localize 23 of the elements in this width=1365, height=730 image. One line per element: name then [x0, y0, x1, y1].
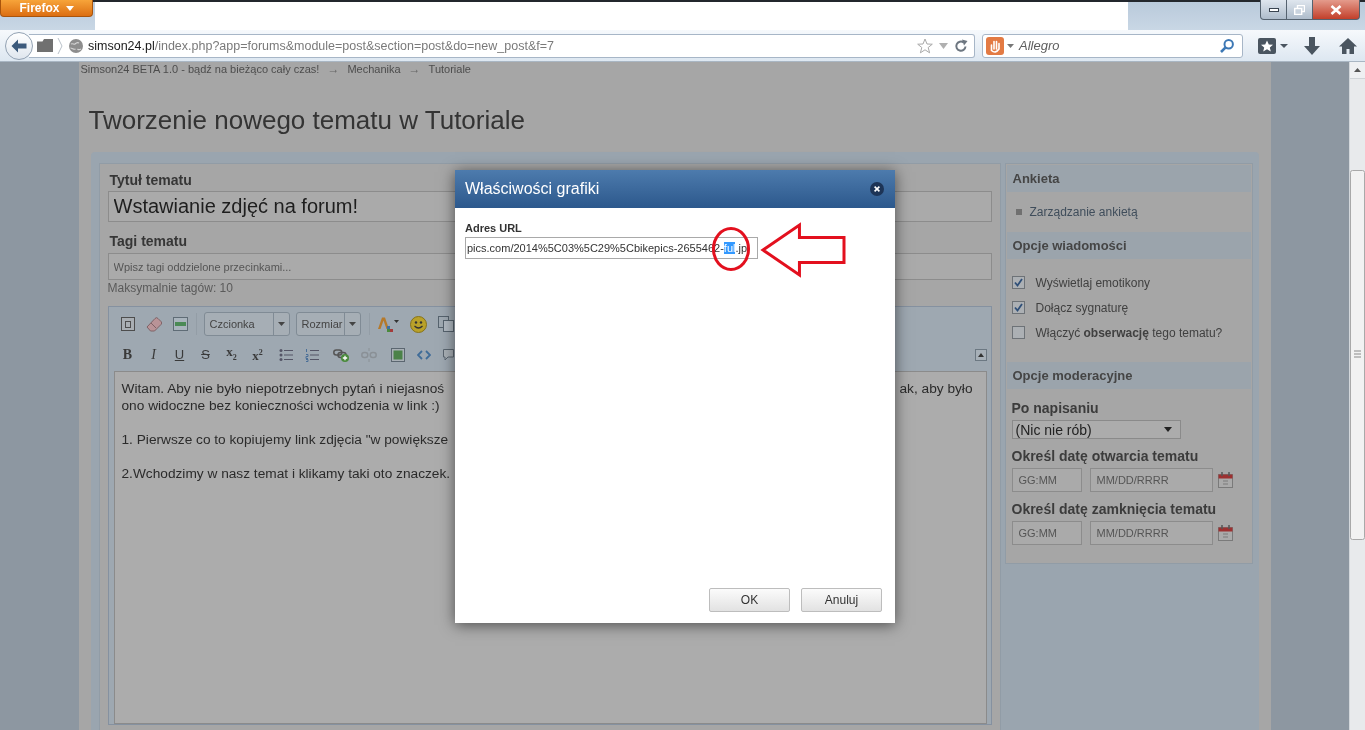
- editor-text-line: ak, aby było: [899, 380, 973, 397]
- section-header: Ankieta: [1006, 165, 1251, 192]
- field-label: Tagi tematu: [108, 232, 188, 250]
- section-header: Opcje moderacyjne: [1006, 362, 1251, 389]
- field-label: Adres URL: [465, 222, 522, 235]
- field-label: Określ datę zamknięcia tematu: [1011, 500, 1217, 518]
- dialog-title: Właściwości grafiki: [465, 180, 600, 198]
- checkbox-label: Wyświetlaj emotikony: [1035, 275, 1151, 290]
- checkbox-label: Włączyć obserwację tego tematu?: [1035, 325, 1223, 340]
- field-label: Określ datę otwarcia tematu: [1011, 447, 1199, 465]
- section-header: Opcje wiadomości: [1006, 232, 1251, 259]
- page-title: Tworzenie nowego tematu w Tutoriale: [87, 105, 526, 135]
- checkbox-label: Dołącz sygnaturę: [1035, 300, 1129, 315]
- breadcrumb-separator: →: [408, 62, 421, 76]
- breadcrumb-separator: →: [327, 62, 340, 76]
- editor-text-line: Witam. Aby nie było niepotrzebnych pytań i niejasnoś: [121, 380, 445, 397]
- field-label: Tytuł tematu: [108, 171, 192, 189]
- hint-text: Maksymalnie tagów: 10: [107, 281, 233, 295]
- field-label: Po napisaniu: [1011, 399, 1099, 417]
- editor-text-line: 2.Wchodzimy w nasz temat i klikamy taki oto znaczek.: [121, 465, 451, 482]
- url-text: .jp: [735, 242, 748, 254]
- editor-text-line: ono widoczne bez konieczności wchodzenia w link :): [121, 397, 440, 414]
- editor-text-line: 1. Pierwsze co to kopiujemy link zdjęcia "w powiększe: [121, 431, 449, 448]
